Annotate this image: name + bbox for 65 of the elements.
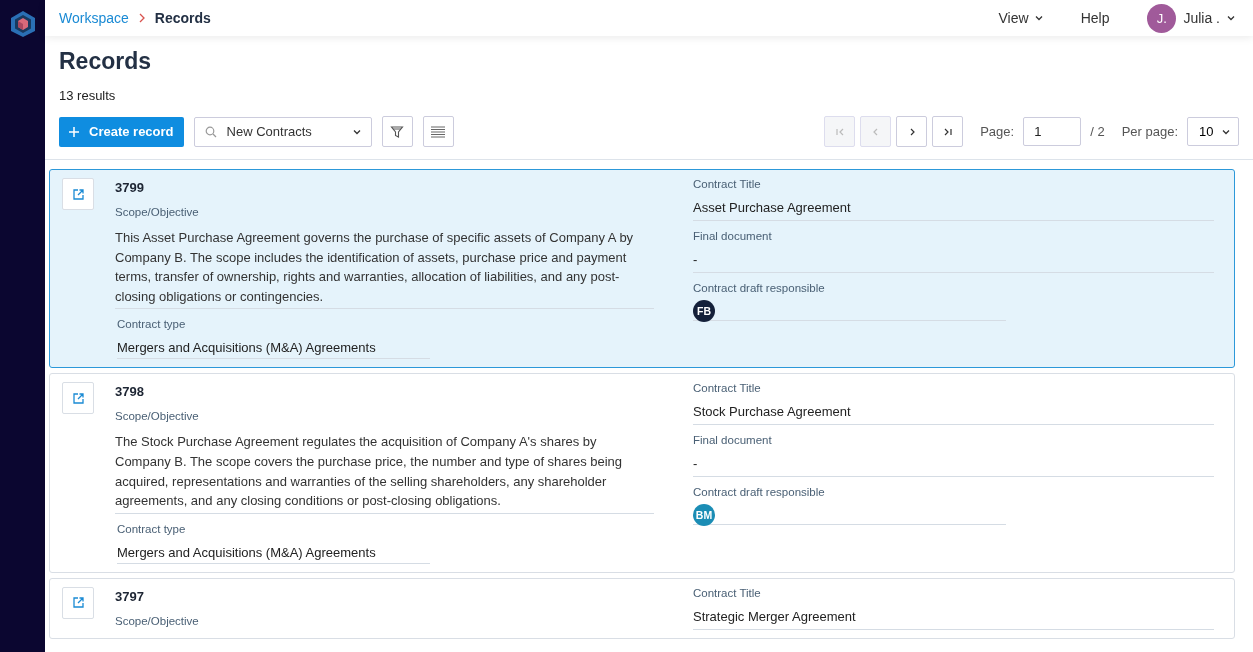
per-page-select[interactable]: 10	[1187, 117, 1239, 146]
filter-button[interactable]	[381, 116, 413, 147]
open-external-button[interactable]	[62, 382, 94, 415]
field-label: Contract Title	[693, 382, 762, 395]
page-total: / 2	[1090, 124, 1105, 139]
per-page-label: Per page:	[1121, 124, 1178, 139]
page-label: Page:	[980, 124, 1015, 139]
field-label: Final document	[693, 434, 773, 447]
contract-type-value: Mergers and Acquisitions (M&A) Agreements	[117, 330, 430, 360]
search-icon	[204, 125, 217, 138]
page-field[interactable]: 1	[1023, 117, 1082, 146]
next-page-button[interactable]	[896, 116, 928, 147]
field-label: Contract Title	[693, 586, 762, 599]
view-menu[interactable]: View	[998, 10, 1043, 26]
page-title: Records	[59, 48, 153, 75]
external-link-icon	[72, 597, 84, 609]
record-id: 3798	[115, 384, 144, 400]
final-document-value: -	[693, 446, 1214, 478]
contract-title-value: Strategic Merger Agreement	[693, 598, 1214, 630]
open-external-button[interactable]	[62, 178, 94, 210]
caret-icon	[1227, 15, 1235, 21]
field-label: Contract Title	[693, 178, 762, 190]
list-icon	[430, 124, 447, 139]
field-label: Scope/Objective	[115, 614, 200, 627]
scope-text: This Asset Purchase Agreement governs the purchase of specific assets of Company A by Company B. The scope includes the identification of assets, purchase price and payment terms, transfer of ownership, rights and warranties, allocation of liabilities, and any post-closing obligations or contingencies.	[115, 228, 654, 310]
create-record-button[interactable]: Create record	[59, 116, 184, 147]
plus-icon	[69, 126, 79, 137]
initials-avatar: FB	[693, 300, 715, 322]
last-page-icon	[942, 126, 953, 137]
external-link-icon	[72, 188, 84, 200]
last-page-button[interactable]	[932, 116, 964, 147]
filter-icon	[390, 124, 405, 139]
caret-icon	[1034, 15, 1043, 21]
caret-icon	[352, 128, 361, 135]
field-label: Scope/Objective	[115, 410, 200, 423]
result-count: 13 results	[59, 88, 117, 103]
user-avatar: J.	[1147, 3, 1177, 33]
help-link[interactable]: Help	[1080, 10, 1110, 26]
field-label: Contract type	[117, 318, 187, 331]
record-id: 3797	[115, 588, 144, 604]
view-select[interactable]: New Contracts	[193, 116, 372, 147]
breadcrumb-current: Records	[154, 10, 211, 26]
open-external-button[interactable]	[62, 586, 94, 619]
caret-icon	[1222, 128, 1230, 135]
contract-type-value: Mergers and Acquisitions (M&A) Agreements	[117, 534, 430, 564]
user-menu[interactable]: J. Julia .	[1147, 3, 1235, 33]
initials-avatar: BM	[693, 504, 715, 527]
contract-title-value: Asset Purchase Agreement	[693, 190, 1214, 221]
user-name: Julia .	[1183, 10, 1220, 26]
record-card[interactable]: 3797 Scope/Objective Contract Title Strategic Merger Agreement	[49, 577, 1235, 639]
list-view-button[interactable]	[422, 116, 454, 147]
field-label: Scope/Objective	[115, 206, 200, 218]
record-id: 3799	[115, 180, 144, 195]
field-label: Contract draft responsible	[693, 486, 826, 499]
scope-text: The Stock Purchase Agreement regulates the acquisition of Company A's shares by Company B. The scope covers the purchase price, the number and type of shares being acquired, representations and warranties of the selling shareholders, any shareholder agreements, and any closing conditions or post-closing obligations.	[115, 432, 654, 514]
final-document-value: -	[693, 242, 1214, 273]
field-label: Final document	[693, 230, 773, 242]
breadcrumb-link[interactable]: Workspace	[59, 10, 129, 26]
record-card[interactable]	[49, 169, 1235, 369]
field-label: Contract type	[117, 522, 187, 535]
field-label: Contract draft responsible	[693, 282, 826, 294]
external-link-icon	[72, 392, 84, 404]
first-page-icon	[834, 126, 845, 137]
cube-logo-icon[interactable]	[8, 10, 37, 38]
contract-title-value: Stock Purchase Agreement	[693, 394, 1214, 426]
